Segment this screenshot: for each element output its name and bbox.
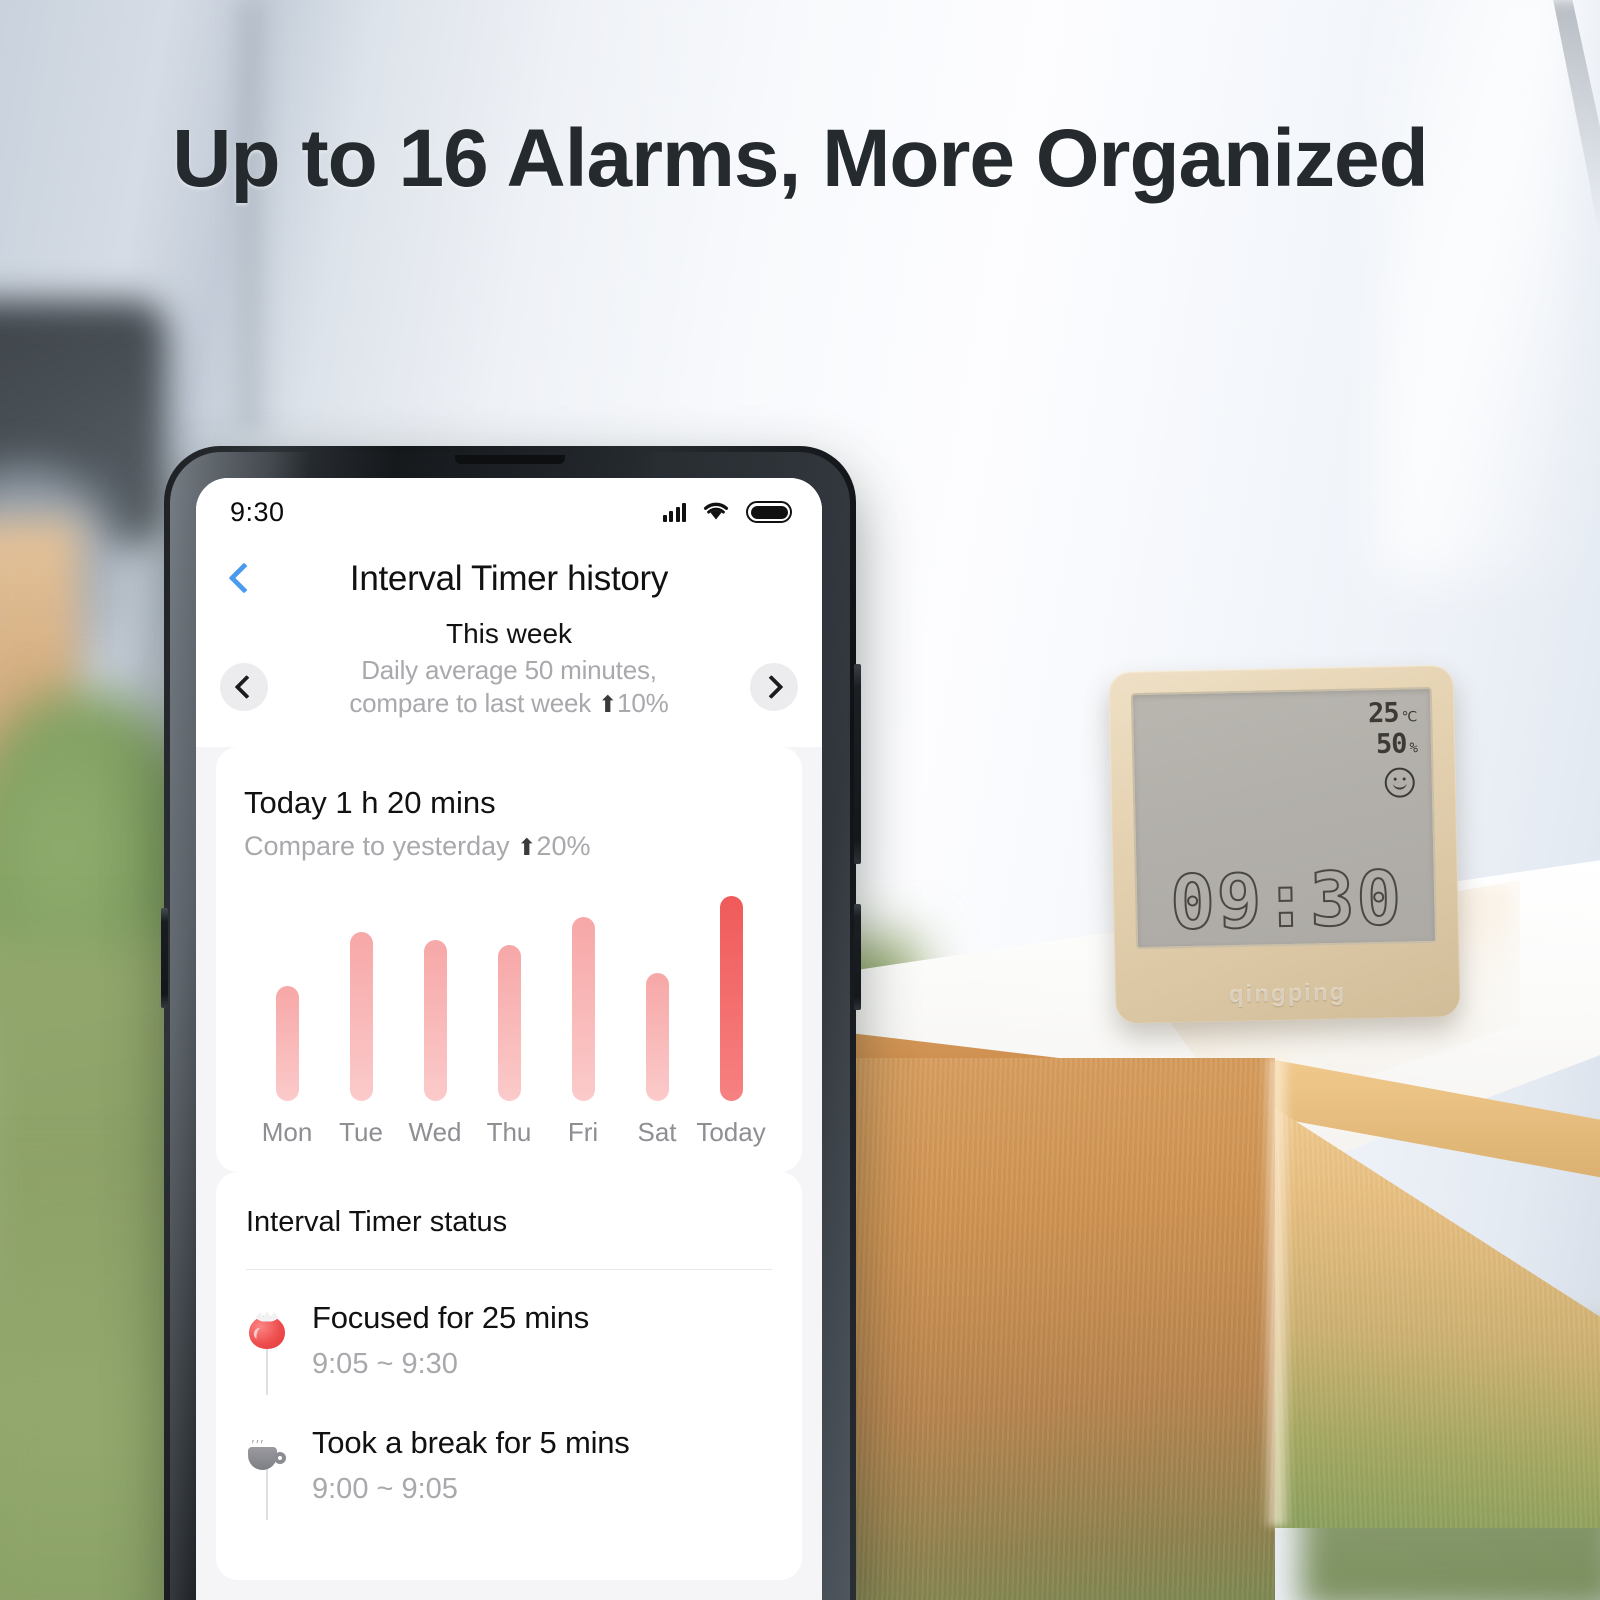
compare-label: Compare to yesterday	[244, 830, 510, 861]
status-timeline: Focused for 25 mins 9:05 ~ 9:30 ′′′ Took a …	[246, 1270, 772, 1550]
chart-trend-value: 20%	[536, 830, 591, 861]
chart-card-title: Today 1 h 20 mins	[244, 784, 496, 820]
bar	[571, 916, 595, 1101]
celsius-unit: ℃	[1401, 709, 1417, 726]
bar	[275, 985, 299, 1101]
history-header-card: Interval Timer history This week Daily a…	[196, 546, 822, 747]
table-left-face	[855, 1058, 1275, 1600]
device-temperature: 25 ℃	[1367, 697, 1417, 730]
device-clock-display: 09:30	[1168, 854, 1405, 947]
smiley-face-icon	[1384, 767, 1416, 798]
timeline-gutter: ′′′	[246, 1425, 288, 1520]
bar-label: Mon	[261, 1116, 313, 1147]
bar-column: Thu	[478, 944, 540, 1148]
timeline-entry: Focused for 25 mins 9:05 ~ 9:30	[246, 1300, 772, 1425]
chevron-left-icon[interactable]	[220, 663, 268, 712]
bar-label: Tue	[339, 1116, 383, 1147]
device-readout: 25 ℃ 50 %	[1367, 697, 1418, 798]
chart-card-subtitle: Compare to yesterday ⬆20%	[244, 831, 774, 862]
status-bar-icons	[662, 499, 792, 526]
power-button[interactable]	[854, 904, 861, 1010]
today-chart-card: Today 1 h 20 mins Compare to yesterday ⬆…	[216, 746, 802, 1172]
battery-full-icon	[746, 501, 792, 523]
tomato-icon	[249, 1315, 285, 1349]
timeline-entry-title: Took a break for 5 mins	[312, 1424, 630, 1460]
bar-column: Sat	[626, 972, 688, 1148]
bar-label: Fri	[567, 1116, 599, 1147]
cellular-signal-icon	[662, 502, 686, 522]
bar	[497, 944, 521, 1101]
smiley-eye-left	[1393, 777, 1397, 781]
nav-row: Interval Timer history	[196, 559, 822, 598]
window-light-streak	[1380, 0, 1580, 580]
phone-earpiece-slot	[455, 455, 565, 464]
week-navigation-row: Daily average 50 minutes, compare to las…	[196, 654, 822, 721]
bar-column: Today	[696, 896, 766, 1147]
timeline-connector	[266, 1464, 268, 1520]
bar-column: Fri	[552, 916, 614, 1148]
week-label: This week	[445, 618, 573, 649]
qingping-thermometer-device: 25 ℃ 50 % 09:30 qingping	[1108, 664, 1461, 1024]
interval-timer-status-card: Interval Timer status Focused for 25 min…	[216, 1171, 802, 1580]
page-title: Interval Timer history	[349, 559, 669, 598]
app-content: Interval Timer history This week Daily a…	[196, 546, 822, 1580]
humidity-value: 50	[1375, 728, 1407, 761]
timeline-entry: ′′′ Took a break for 5 mins 9:00 ~ 9:05	[246, 1425, 772, 1550]
device-eink-screen: 25 ℃ 50 % 09:30	[1130, 686, 1438, 950]
smiley-mouth	[1392, 782, 1407, 790]
week-trend-arrow-icon: ⬆	[598, 691, 618, 718]
volume-button[interactable]	[854, 664, 861, 864]
chart-trend-arrow-icon: ⬆	[517, 833, 537, 860]
bar-label: Wed	[408, 1116, 462, 1147]
bar-label: Thu	[486, 1116, 532, 1147]
percent-unit: %	[1409, 740, 1418, 757]
timeline-entry-time: 9:00 ~ 9:05	[312, 1472, 458, 1505]
bar-column: Wed	[404, 939, 466, 1148]
status-bar-time: 9:30	[230, 496, 285, 527]
page-headline: Up to 16 Alarms, More Organized	[172, 113, 1428, 204]
week-summary-line1: Daily average 50 minutes,	[361, 655, 657, 685]
phone-screen: 9:30 Interval Timer history This week Da…	[196, 478, 822, 1600]
device-humidity: 50 %	[1368, 728, 1418, 761]
week-trend-value: 10%	[617, 688, 669, 719]
wall-seam	[228, 0, 272, 430]
bar-column: Tue	[330, 931, 392, 1148]
timeline-body: Took a break for 5 mins 9:00 ~ 9:05	[312, 1425, 772, 1506]
wifi-icon	[701, 499, 731, 526]
week-summary-text: Daily average 50 minutes, compare to las…	[286, 654, 732, 721]
timeline-entry-time: 9:05 ~ 9:30	[312, 1347, 458, 1380]
chevron-right-icon[interactable]	[750, 663, 798, 712]
bar-column: Mon	[256, 985, 318, 1148]
bar	[719, 896, 743, 1101]
bar	[349, 931, 373, 1101]
bar	[645, 972, 669, 1101]
table-corner-highlight	[1262, 1056, 1292, 1526]
timeline-entry-title: Focused for 25 mins	[312, 1299, 590, 1335]
timeline-body: Focused for 25 mins 9:05 ~ 9:30	[312, 1300, 772, 1381]
temperature-value: 25	[1367, 697, 1399, 730]
status-card-title: Interval Timer status	[246, 1205, 508, 1238]
coffee-cup-icon: ′′′	[248, 1437, 286, 1471]
bar-label: Sat	[637, 1116, 677, 1147]
bar-label: Today	[696, 1116, 766, 1147]
timeline-gutter	[246, 1300, 288, 1395]
status-bar: 9:30	[196, 478, 822, 546]
weekly-bar-chart: Mon Tue Wed Thu Fri Sat Today	[244, 896, 774, 1148]
left-side-button[interactable]	[161, 908, 168, 1008]
bar	[423, 939, 447, 1101]
smiley-eye-right	[1402, 777, 1406, 781]
phone-mockup: 9:30 Interval Timer history This week Da…	[161, 446, 861, 1600]
week-summary-line2: compare to last week	[349, 688, 592, 719]
